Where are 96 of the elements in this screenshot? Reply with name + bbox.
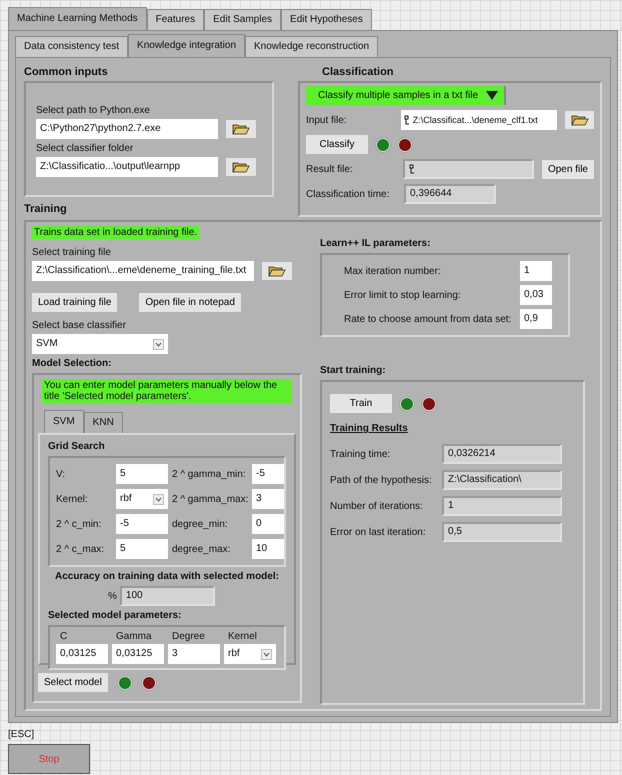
field-label: Gamma	[115, 631, 153, 642]
field-label: 2 ^ gamma_max:	[172, 494, 250, 504]
path-icon	[404, 115, 410, 125]
chevron-down-icon	[261, 648, 272, 660]
path-icon	[409, 164, 416, 174]
hint-text: Trains data set in loaded training file.	[32, 226, 200, 239]
section-title: Start training:	[320, 364, 387, 378]
section-title: Learn++ IL parameters:	[320, 237, 432, 251]
tab[interactable]: Edit Samples	[204, 9, 282, 30]
number-field[interactable]: 5	[116, 464, 168, 484]
field-label: Max iteration number:	[344, 266, 441, 276]
number-field[interactable]: -5	[116, 514, 168, 534]
action-button[interactable]: Open file in notepad	[139, 293, 241, 312]
field-label: Rate to choose amount from data set:	[344, 314, 512, 324]
field-label: C	[59, 631, 68, 642]
chevron-down-icon	[153, 494, 164, 504]
section-title: Selected model parameters:	[48, 609, 182, 623]
result-field: 0,0326214	[442, 444, 562, 464]
number-field[interactable]: 5	[116, 539, 168, 559]
kernel-dropdown[interactable]: rbf	[224, 644, 276, 664]
number-field[interactable]: 0	[252, 514, 284, 534]
field-label: Kernel	[227, 631, 258, 642]
field-label: Degree	[171, 631, 206, 642]
result-field: Z:\Classification\	[442, 470, 562, 490]
tab[interactable]: Edit Hypotheses	[281, 9, 372, 30]
field-label: 2 ^ c_min:	[56, 518, 102, 530]
browse-button[interactable]	[226, 158, 256, 176]
time-field: 0,396644	[404, 184, 496, 204]
number-field[interactable]: 1	[520, 261, 552, 281]
tab[interactable]: Knowledge integration	[128, 34, 246, 57]
mode-dropdown[interactable]: Classify multiple samples in a txt file	[306, 86, 506, 105]
result-field: 1	[442, 496, 562, 516]
section-title: Accuracy on training data with selected model:	[54, 570, 280, 584]
result-field: 0,5	[442, 522, 562, 542]
classifier-dropdown[interactable]: SVM	[32, 334, 168, 354]
unit-label: %	[108, 590, 117, 602]
path-field[interactable]: Z:\Classificatio...\output\learnpp	[36, 157, 218, 177]
folder-icon	[268, 265, 286, 277]
browse-button[interactable]	[565, 111, 594, 129]
field-label: Error on last iteration:	[330, 526, 427, 538]
action-button[interactable]: Load training file	[32, 293, 118, 312]
section-title: Classification	[321, 65, 395, 80]
number-field[interactable]: 3	[168, 644, 220, 664]
field-label: Path of the hypothesis:	[330, 474, 433, 486]
field-label: Kernel:	[56, 494, 89, 504]
browse-button[interactable]	[226, 120, 256, 138]
tab[interactable]: Knowledge reconstruction	[245, 36, 378, 57]
train-button[interactable]: Train	[330, 394, 392, 413]
field-label: 2 ^ c_max:	[56, 544, 106, 554]
folder-icon	[232, 123, 250, 135]
dropdown-arrow-icon	[486, 91, 498, 100]
browse-button[interactable]	[262, 262, 292, 280]
path-field[interactable]: C:\Python27\python2.7.exe	[36, 119, 218, 139]
tab[interactable]: SVM	[44, 410, 84, 433]
section-title: Training	[24, 202, 68, 217]
classify-button[interactable]: Classify	[306, 135, 368, 154]
number-field[interactable]: 0,9	[520, 309, 552, 329]
number-field[interactable]: 0,03125	[112, 644, 164, 664]
field-label: Select classifier folder	[36, 143, 134, 154]
accuracy-field: 100	[120, 586, 215, 606]
select-model-button[interactable]: Select model	[38, 673, 108, 692]
field-label: Training time:	[330, 448, 392, 460]
section-title: Grid Search	[48, 440, 106, 454]
number-field[interactable]: -5	[252, 464, 284, 484]
number-field[interactable]: 0,03125	[56, 644, 108, 664]
hint-text: You can enter model parameters manually below the title 'Selected model parameters'.	[42, 379, 292, 403]
path-field[interactable]: Z:\Classificat...\deneme_clf1.txt	[400, 110, 558, 130]
tab[interactable]: KNN	[84, 412, 123, 433]
chevron-down-icon	[153, 338, 164, 350]
field-label: Error limit to stop learning:	[344, 290, 461, 300]
field-label: Result file:	[306, 164, 354, 174]
path-field[interactable]: Z:\Classification\...eme\deneme_training_file.txt	[32, 261, 254, 281]
field-label: degree_min:	[172, 518, 229, 530]
field-label: Input file:	[306, 114, 348, 126]
field-label: Select path to Python.exe	[36, 105, 151, 116]
number-field[interactable]: 3	[252, 489, 284, 509]
section-title: Model Selection:	[32, 357, 112, 371]
number-field[interactable]: 10	[252, 539, 284, 559]
folder-icon	[570, 114, 589, 126]
section-title: Training Results	[330, 422, 409, 436]
field-label: Classification time:	[306, 188, 390, 200]
field-label: Number of iterations:	[330, 500, 424, 512]
field-label: 2 ^ gamma_min:	[172, 468, 247, 480]
shortcut-label: [ESC]	[8, 729, 34, 740]
kernel-dropdown[interactable]: rbf	[116, 489, 168, 509]
tab[interactable]: Features	[146, 9, 204, 30]
tab[interactable]: Machine Learning Methods	[8, 7, 147, 30]
field-label: Select training file	[32, 247, 112, 258]
folder-icon	[232, 161, 250, 173]
tab[interactable]: Data consistency test	[15, 36, 128, 57]
number-field[interactable]: 0,03	[520, 285, 552, 305]
section-title: Common inputs	[24, 65, 109, 80]
field-label: V:	[56, 468, 66, 480]
field-label: degree_max:	[172, 544, 232, 554]
open-file-button[interactable]: Open file	[542, 160, 594, 178]
field-label: Select base classifier	[32, 320, 127, 331]
